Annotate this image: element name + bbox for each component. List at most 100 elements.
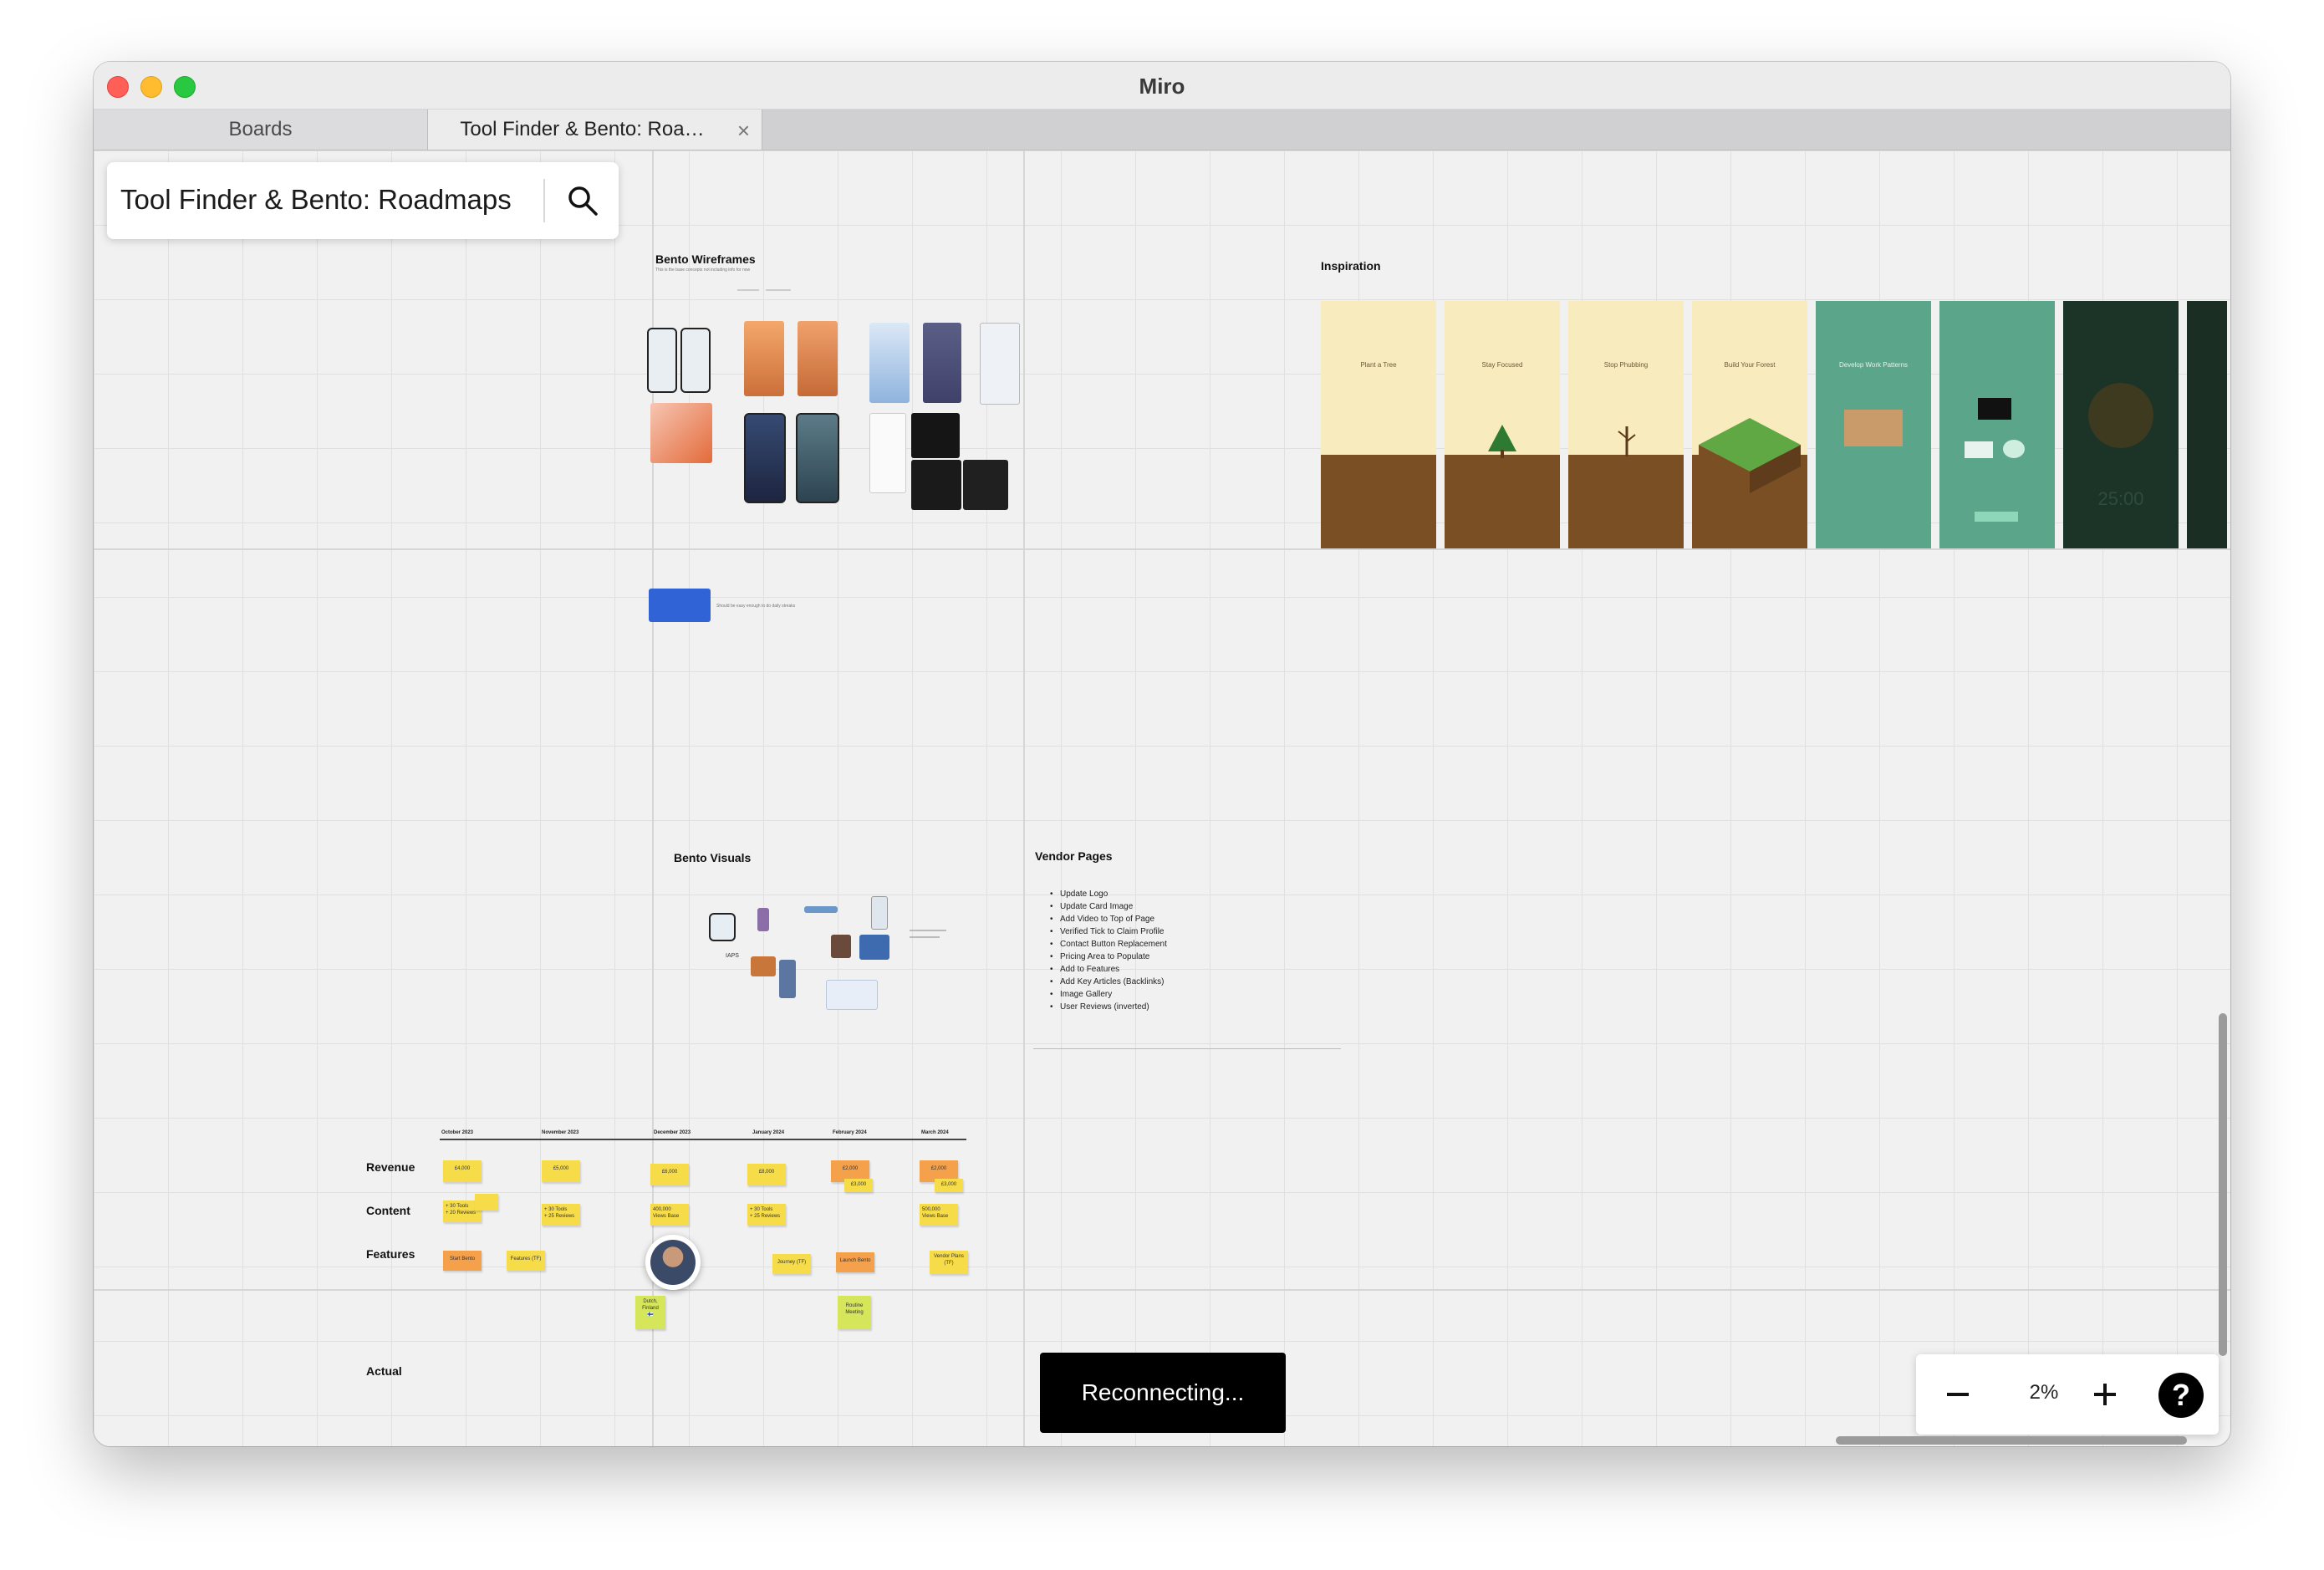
wireframe-thumbnail[interactable] xyxy=(869,413,906,493)
wireframe-thumbnail[interactable] xyxy=(647,328,677,393)
sticky-note[interactable]: £4,000 xyxy=(443,1160,482,1182)
wireframe-thumbnail[interactable] xyxy=(980,323,1020,405)
collaborator-avatar[interactable] xyxy=(645,1235,701,1290)
divider xyxy=(1033,1048,1341,1049)
wireframe-thumbnail[interactable] xyxy=(744,413,786,503)
timeline-axis xyxy=(440,1139,966,1140)
inspiration-screen[interactable] xyxy=(1939,301,2055,548)
sticky-note[interactable]: £3,000 xyxy=(844,1179,873,1192)
tab-current-board[interactable]: Tool Finder & Bento: Roa… × xyxy=(428,110,762,150)
sticky-note[interactable]: 500,000 Views Base xyxy=(920,1204,958,1226)
chat-illustration xyxy=(2003,440,2025,458)
inspiration-screen[interactable]: Build Your Forest xyxy=(1692,301,1807,548)
frame-title-vendor-pages[interactable]: Vendor Pages xyxy=(1035,849,1113,863)
forest-icon xyxy=(1699,418,1801,493)
roadmap-month: October 2023 xyxy=(441,1130,474,1135)
sticky-note[interactable]: + 30 Tools + 25 Reviews xyxy=(542,1204,580,1226)
frame-title-inspiration[interactable]: Inspiration xyxy=(1321,259,1381,273)
inspiration-screen[interactable]: Plant a Tree xyxy=(1321,301,1436,548)
board-canvas[interactable]: Tool Finder & Bento: Roadmaps Bento Wire… xyxy=(94,150,2230,1446)
wireframe-thumbnail[interactable] xyxy=(796,413,839,503)
wireframe-note: Should be easy enough to do daily streak… xyxy=(716,604,796,609)
sticky-note[interactable]: £6,000 xyxy=(650,1164,689,1185)
inspiration-screen[interactable]: Stop Phubbing xyxy=(1568,301,1684,548)
wireframe-thumbnail[interactable] xyxy=(649,589,711,622)
sticky-note[interactable]: Dutch, Finland 🇫🇮 xyxy=(635,1296,665,1329)
sticky-note[interactable]: Launch Bento xyxy=(836,1252,874,1272)
sticky-note[interactable]: Vendor Plans (TF) xyxy=(930,1251,968,1274)
visual-thumbnail[interactable] xyxy=(757,908,769,931)
sticky-note[interactable]: Start Bento xyxy=(443,1251,482,1271)
roadmap-month: January 2024 xyxy=(752,1130,785,1135)
tree-icon xyxy=(1488,425,1516,458)
search-button[interactable] xyxy=(558,177,607,224)
horizontal-scrollbar[interactable] xyxy=(1836,1436,2187,1445)
roadmap-month: March 2024 xyxy=(921,1130,949,1135)
inspiration-screen[interactable]: 25:00 xyxy=(2063,301,2179,548)
inspiration-screen[interactable]: Stay Focused xyxy=(1445,301,1560,548)
zoom-level[interactable]: 2% xyxy=(2015,1381,2073,1404)
visual-thumbnail[interactable] xyxy=(859,935,889,960)
roadmap-month: February 2024 xyxy=(833,1130,867,1135)
visual-thumbnail[interactable] xyxy=(871,896,888,930)
sticky-note[interactable]: + 30 Tools + 25 Reviews xyxy=(747,1204,786,1226)
close-tab-icon[interactable]: × xyxy=(737,118,750,144)
visual-thumbnail[interactable] xyxy=(826,980,878,1010)
sticky-note[interactable]: £5,000 xyxy=(542,1160,580,1182)
visual-thumbnail[interactable] xyxy=(804,906,838,913)
visual-thumbnail[interactable] xyxy=(751,956,776,976)
sticky-note[interactable]: Journey (TF) xyxy=(772,1254,811,1274)
wireframe-thumbnail[interactable] xyxy=(923,323,961,403)
wireframe-thumbnail[interactable] xyxy=(963,460,1008,510)
roadmap-month: November 2023 xyxy=(542,1130,579,1135)
wireframe-thumbnail[interactable] xyxy=(869,323,910,403)
zoom-out-button[interactable] xyxy=(1938,1374,1978,1415)
screen-heading: Stop Phubbing xyxy=(1603,361,1649,369)
frame-subtitle: This is the base concepts not including … xyxy=(655,268,751,273)
help-button[interactable]: ? xyxy=(2158,1373,2204,1418)
wireframe-thumbnail[interactable] xyxy=(680,328,711,393)
roadmap-month: December 2023 xyxy=(654,1130,691,1135)
visual-thumbnail[interactable] xyxy=(709,913,736,941)
sticky-note[interactable]: Features (TF) xyxy=(507,1251,545,1271)
inspiration-screen[interactable] xyxy=(2187,301,2227,548)
sticky-note[interactable]: Routine Meeting xyxy=(838,1296,871,1329)
screen-heading: Stay Focused xyxy=(1481,361,1523,369)
visual-thumbnail[interactable] xyxy=(831,935,851,958)
sticky-note[interactable] xyxy=(475,1194,498,1211)
frame-divider xyxy=(1023,150,1025,1446)
visual-thumbnail[interactable] xyxy=(779,960,796,998)
wireframe-thumbnail[interactable] xyxy=(798,321,838,396)
frame-divider xyxy=(94,1289,2230,1291)
list-item: User Reviews (inverted) xyxy=(1060,1001,1167,1013)
zoom-in-button[interactable] xyxy=(2085,1374,2125,1415)
wireframe-thumbnail[interactable] xyxy=(911,460,961,510)
frame-title-bento-wireframes[interactable]: Bento Wireframes xyxy=(655,252,756,266)
minus-icon xyxy=(1947,1393,1969,1396)
vendor-pages-list: Update Logo Update Card Image Add Video … xyxy=(1043,888,1167,1013)
frame-title-bento-visuals[interactable]: Bento Visuals xyxy=(674,851,751,864)
desk-illustration xyxy=(1844,410,1903,446)
sticky-note[interactable]: £8,000 xyxy=(747,1164,786,1185)
sticky-note[interactable]: 400,000 Views Base xyxy=(650,1204,689,1226)
screen-ground xyxy=(1568,455,1684,548)
tree-pot-illustration xyxy=(2088,383,2153,448)
board-title[interactable]: Tool Finder & Bento: Roadmaps xyxy=(120,184,512,216)
screen-heading: Build Your Forest xyxy=(1724,361,1776,369)
vertical-scrollbar[interactable] xyxy=(2219,1013,2227,1356)
sticky-note[interactable]: £3,000 xyxy=(935,1179,963,1192)
wireframe-thumbnail[interactable] xyxy=(911,413,960,458)
tab-label: Boards xyxy=(228,118,293,140)
title-bar: Miro xyxy=(94,62,2230,110)
app-window: Miro Boards Tool Finder & Bento: Roa… × … xyxy=(94,62,2230,1446)
divider xyxy=(543,179,545,222)
search-icon xyxy=(568,186,598,216)
list-item: Add to Features xyxy=(1060,963,1167,976)
tab-boards[interactable]: Boards xyxy=(94,110,428,150)
wireframe-thumbnail[interactable] xyxy=(650,403,712,463)
board-title-card: Tool Finder & Bento: Roadmaps xyxy=(107,162,619,239)
text-line xyxy=(910,936,940,938)
text-line xyxy=(737,289,759,291)
wireframe-thumbnail[interactable] xyxy=(744,321,784,396)
inspiration-screen[interactable]: Develop Work Patterns xyxy=(1816,301,1931,548)
